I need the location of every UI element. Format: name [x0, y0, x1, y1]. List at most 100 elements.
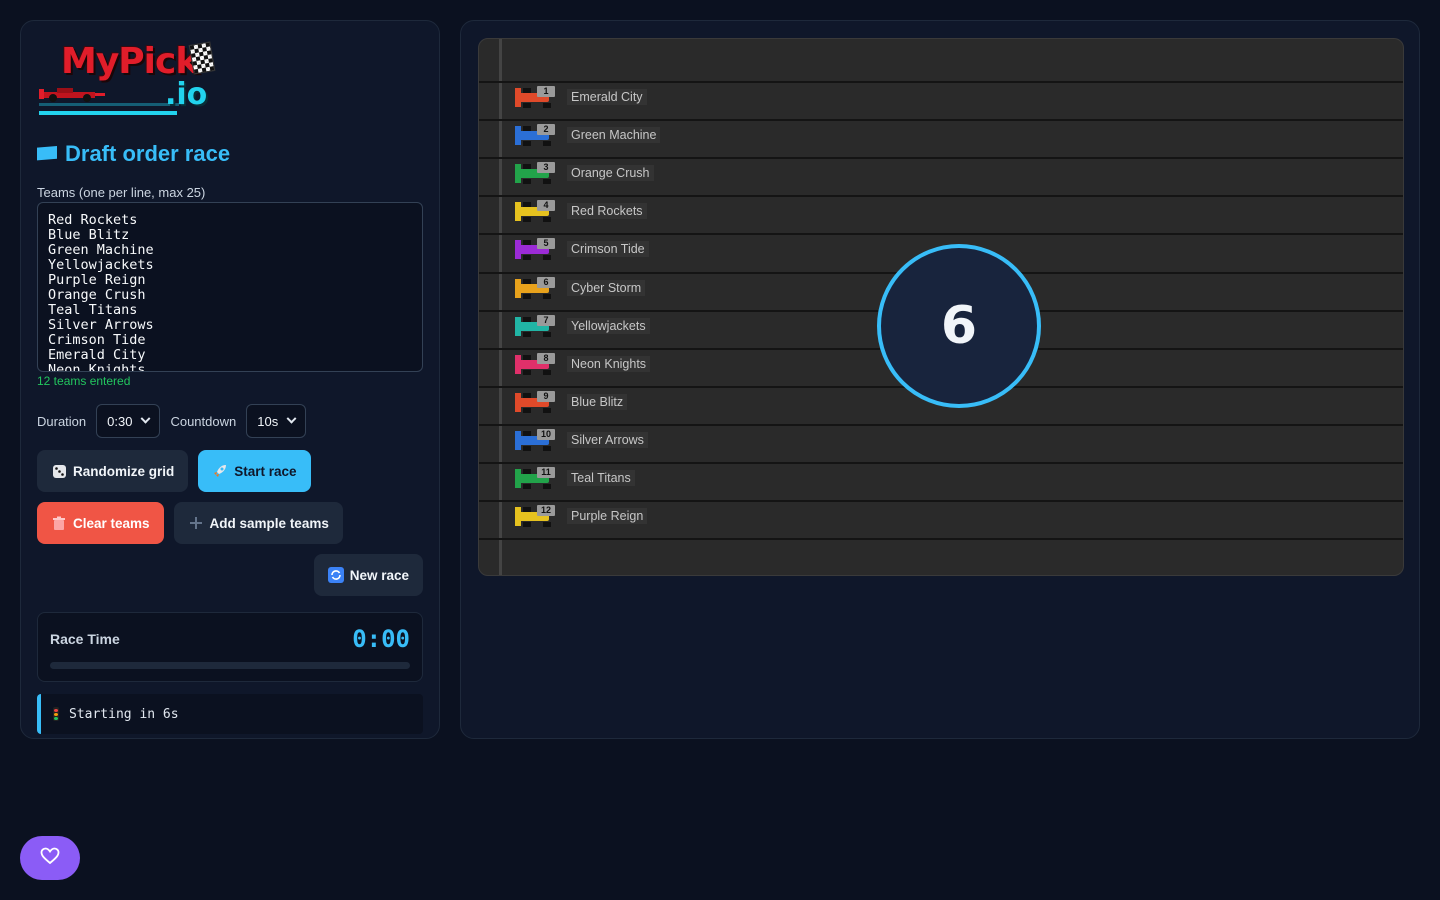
- race-car-icon: 5: [515, 238, 559, 260]
- grid-position: 9: [537, 391, 555, 402]
- page-title-text: Draft order race: [65, 141, 231, 166]
- teams-textarea[interactable]: Red Rockets Blue Blitz Green Machine Yel…: [37, 202, 423, 372]
- race-car-icon: 1: [515, 86, 559, 108]
- grid-position: 10: [537, 429, 555, 440]
- team-name: Red Rockets: [567, 203, 647, 219]
- grid-position: 4: [537, 200, 555, 211]
- add-sample-teams-label: Add sample teams: [209, 515, 329, 531]
- lane-divider: [479, 157, 1403, 159]
- control-panel: MyPick .io Draft order race Teams (one p…: [20, 20, 440, 739]
- team-name: Silver Arrows: [567, 432, 648, 448]
- duration-select[interactable]: 0:30: [96, 404, 161, 438]
- race-car-icon: 9: [515, 391, 559, 413]
- duration-label: Duration: [37, 413, 87, 429]
- team-name: Neon Knights: [567, 356, 651, 372]
- grid-row: 4 Red Rockets: [515, 199, 647, 223]
- duration-value: 0:30: [107, 413, 133, 429]
- grid-row: 7 Yellowjackets: [515, 314, 650, 338]
- status-text: Starting in 6s: [69, 706, 179, 722]
- favorite-button[interactable]: [20, 836, 80, 880]
- trash-icon: [51, 515, 67, 531]
- rocket-icon: [212, 463, 228, 479]
- race-car-icon: 11: [515, 467, 559, 489]
- race-car-icon: 4: [515, 200, 559, 222]
- refresh-icon: [327, 567, 344, 583]
- heart-icon: [40, 847, 60, 870]
- lane-divider: [479, 424, 1403, 426]
- grid-row: 9 Blue Blitz: [515, 390, 628, 414]
- start-race-button[interactable]: Start race: [198, 450, 311, 492]
- plus-icon: [188, 515, 204, 531]
- race-time-value: 0:00: [352, 625, 410, 653]
- grid-row: 10 Silver Arrows: [515, 428, 648, 452]
- countdown-circle: 6: [877, 244, 1041, 408]
- team-name: Blue Blitz: [567, 394, 628, 410]
- race-car-icon: 12: [515, 505, 559, 527]
- grid-row: 2 Green Machine: [515, 123, 661, 147]
- team-name: Yellowjackets: [567, 318, 650, 334]
- countdown-value: 10s: [257, 413, 279, 429]
- lane-divider: [479, 233, 1403, 235]
- logo-underline: [39, 111, 177, 115]
- randomize-grid-button[interactable]: Randomize grid: [37, 450, 189, 492]
- status-bar: Starting in 6s: [37, 694, 423, 734]
- race-car-icon: 7: [515, 315, 559, 337]
- team-name: Orange Crush: [567, 165, 654, 181]
- grid-position: 12: [537, 505, 555, 516]
- team-name: Emerald City: [567, 89, 647, 105]
- grid-row: 5 Crimson Tide: [515, 237, 649, 261]
- countdown-select[interactable]: 10s: [246, 404, 307, 438]
- grid-row: 8 Neon Knights: [515, 352, 651, 376]
- clear-teams-button[interactable]: Clear teams: [37, 502, 164, 544]
- team-name: Teal Titans: [567, 470, 635, 486]
- grid-row: 3 Orange Crush: [515, 161, 654, 185]
- race-track: 1 Emerald City 2 Green Machine 3 Orange Crush…: [478, 38, 1404, 576]
- race-time-label: Race Time: [50, 631, 120, 647]
- team-name: Cyber Storm: [567, 280, 646, 296]
- page-title: Draft order race: [37, 141, 423, 167]
- lane-divider: [479, 500, 1403, 502]
- grid-row: 6 Cyber Storm: [515, 276, 646, 300]
- grid-position: 5: [537, 238, 555, 249]
- mypick-logo: MyPick .io: [37, 39, 227, 123]
- chevron-down-icon: [141, 413, 151, 424]
- grid-position: 7: [537, 315, 555, 326]
- race-progress-bar: [50, 662, 410, 669]
- lane-divider: [479, 119, 1403, 121]
- countdown-label: Countdown: [170, 413, 237, 429]
- lane-divider: [479, 195, 1403, 197]
- new-race-label: New race: [349, 567, 409, 583]
- logo-suffix: .io: [165, 77, 208, 112]
- lane-divider: [479, 538, 1403, 540]
- new-race-button[interactable]: New race: [313, 554, 423, 596]
- teams-label: Teams (one per line, max 25): [37, 185, 206, 200]
- flag-icon: [37, 146, 57, 161]
- lane-divider: [479, 81, 1403, 83]
- dice-icon: [51, 463, 67, 479]
- clear-teams-label: Clear teams: [73, 515, 150, 531]
- grid-position: 11: [537, 467, 555, 478]
- grid-position: 1: [537, 86, 555, 97]
- add-sample-teams-button[interactable]: Add sample teams: [173, 502, 343, 544]
- grid-position: 3: [537, 162, 555, 173]
- logo-text: MyPick: [61, 41, 199, 82]
- race-car-icon: 2: [515, 124, 559, 146]
- lane-divider: [479, 462, 1403, 464]
- grid-position: 2: [537, 124, 555, 135]
- race-panel: 1 Emerald City 2 Green Machine 3 Orange Crush…: [460, 20, 1420, 739]
- grid-position: 6: [537, 277, 555, 288]
- race-car-icon: 3: [515, 162, 559, 184]
- traffic-light-icon: [53, 707, 59, 721]
- logo-underline-dark: [39, 103, 179, 106]
- race-car-icon: 8: [515, 353, 559, 375]
- grid-row: 1 Emerald City: [515, 85, 647, 109]
- team-name: Green Machine: [567, 127, 661, 143]
- teams-count: 12 teams entered: [37, 374, 131, 388]
- chevron-down-icon: [286, 413, 297, 424]
- race-car-icon: 6: [515, 277, 559, 299]
- race-time-card: Race Time 0:00: [37, 612, 423, 682]
- grid-row: 11 Teal Titans: [515, 466, 635, 490]
- grid-position: 8: [537, 353, 555, 364]
- team-name: Purple Reign: [567, 508, 648, 524]
- race-car-icon: [39, 88, 105, 102]
